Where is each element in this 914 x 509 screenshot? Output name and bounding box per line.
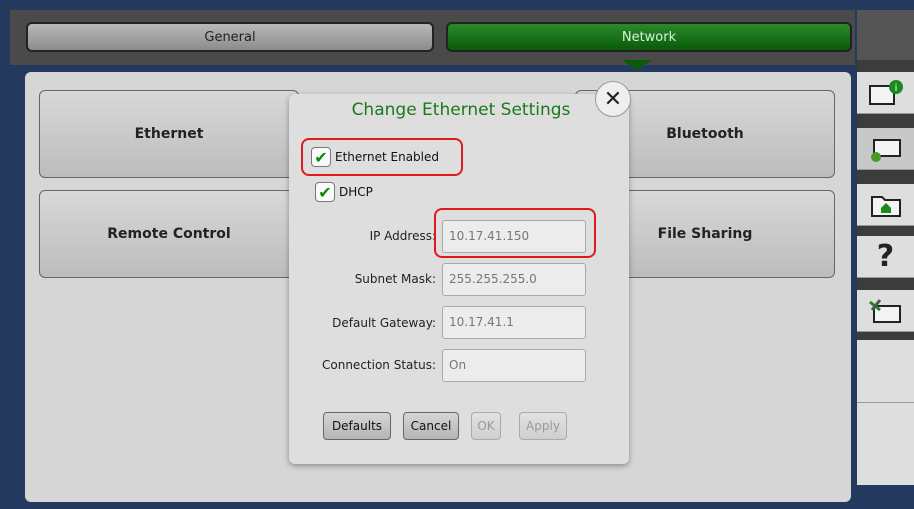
active-tab-indicator	[622, 60, 652, 70]
subnet-mask-field[interactable]: 255.255.255.0	[442, 263, 586, 296]
sidebar-divider	[857, 402, 914, 403]
dhcp-checkbox[interactable]: ✔	[315, 182, 335, 202]
ethernet-enabled-checkbox[interactable]: ✔	[311, 147, 331, 167]
ok-button[interactable]: OK	[471, 412, 501, 440]
ethernet-button[interactable]: Ethernet	[39, 90, 299, 178]
info-icon[interactable]: i	[857, 72, 914, 114]
connection-status-field: On	[442, 349, 586, 382]
settings-icon[interactable]	[857, 128, 914, 170]
remote-control-button[interactable]: Remote Control	[39, 190, 299, 278]
subnet-mask-label: Subnet Mask:	[354, 272, 436, 286]
ethernet-enabled-row[interactable]: ✔ Ethernet Enabled	[311, 147, 439, 167]
home-folder-icon[interactable]	[857, 184, 914, 226]
tab-bar: General Network	[10, 10, 855, 65]
tab-general[interactable]: General	[26, 22, 434, 52]
default-gateway-field[interactable]: 10.17.41.1	[442, 306, 586, 339]
connection-status-label: Connection Status:	[322, 358, 436, 372]
dhcp-label: DHCP	[339, 185, 373, 199]
highlight-ip-address	[434, 208, 596, 258]
defaults-button[interactable]: Defaults	[323, 412, 391, 440]
help-icon[interactable]: ?	[857, 236, 914, 278]
tools-icon[interactable]	[857, 290, 914, 332]
dialog-title: Change Ethernet Settings	[351, 100, 571, 120]
ethernet-enabled-label: Ethernet Enabled	[335, 150, 439, 164]
tab-network[interactable]: Network	[446, 22, 852, 52]
ethernet-settings-dialog: Change Ethernet Settings ✔ Ethernet Enab…	[289, 94, 629, 464]
sidebar-header	[857, 10, 914, 60]
right-sidebar: i ?	[857, 10, 914, 485]
svg-text:i: i	[894, 83, 897, 94]
sidebar-empty-area	[857, 340, 914, 485]
ip-address-label: IP Address:	[369, 229, 436, 243]
close-icon[interactable]: ✕	[595, 81, 631, 117]
app-window: General Network Ethernet Bluetooth Remot…	[0, 0, 914, 509]
apply-button[interactable]: Apply	[519, 412, 567, 440]
default-gateway-label: Default Gateway:	[332, 316, 436, 330]
dhcp-row[interactable]: ✔ DHCP	[315, 182, 373, 202]
cancel-button[interactable]: Cancel	[403, 412, 459, 440]
